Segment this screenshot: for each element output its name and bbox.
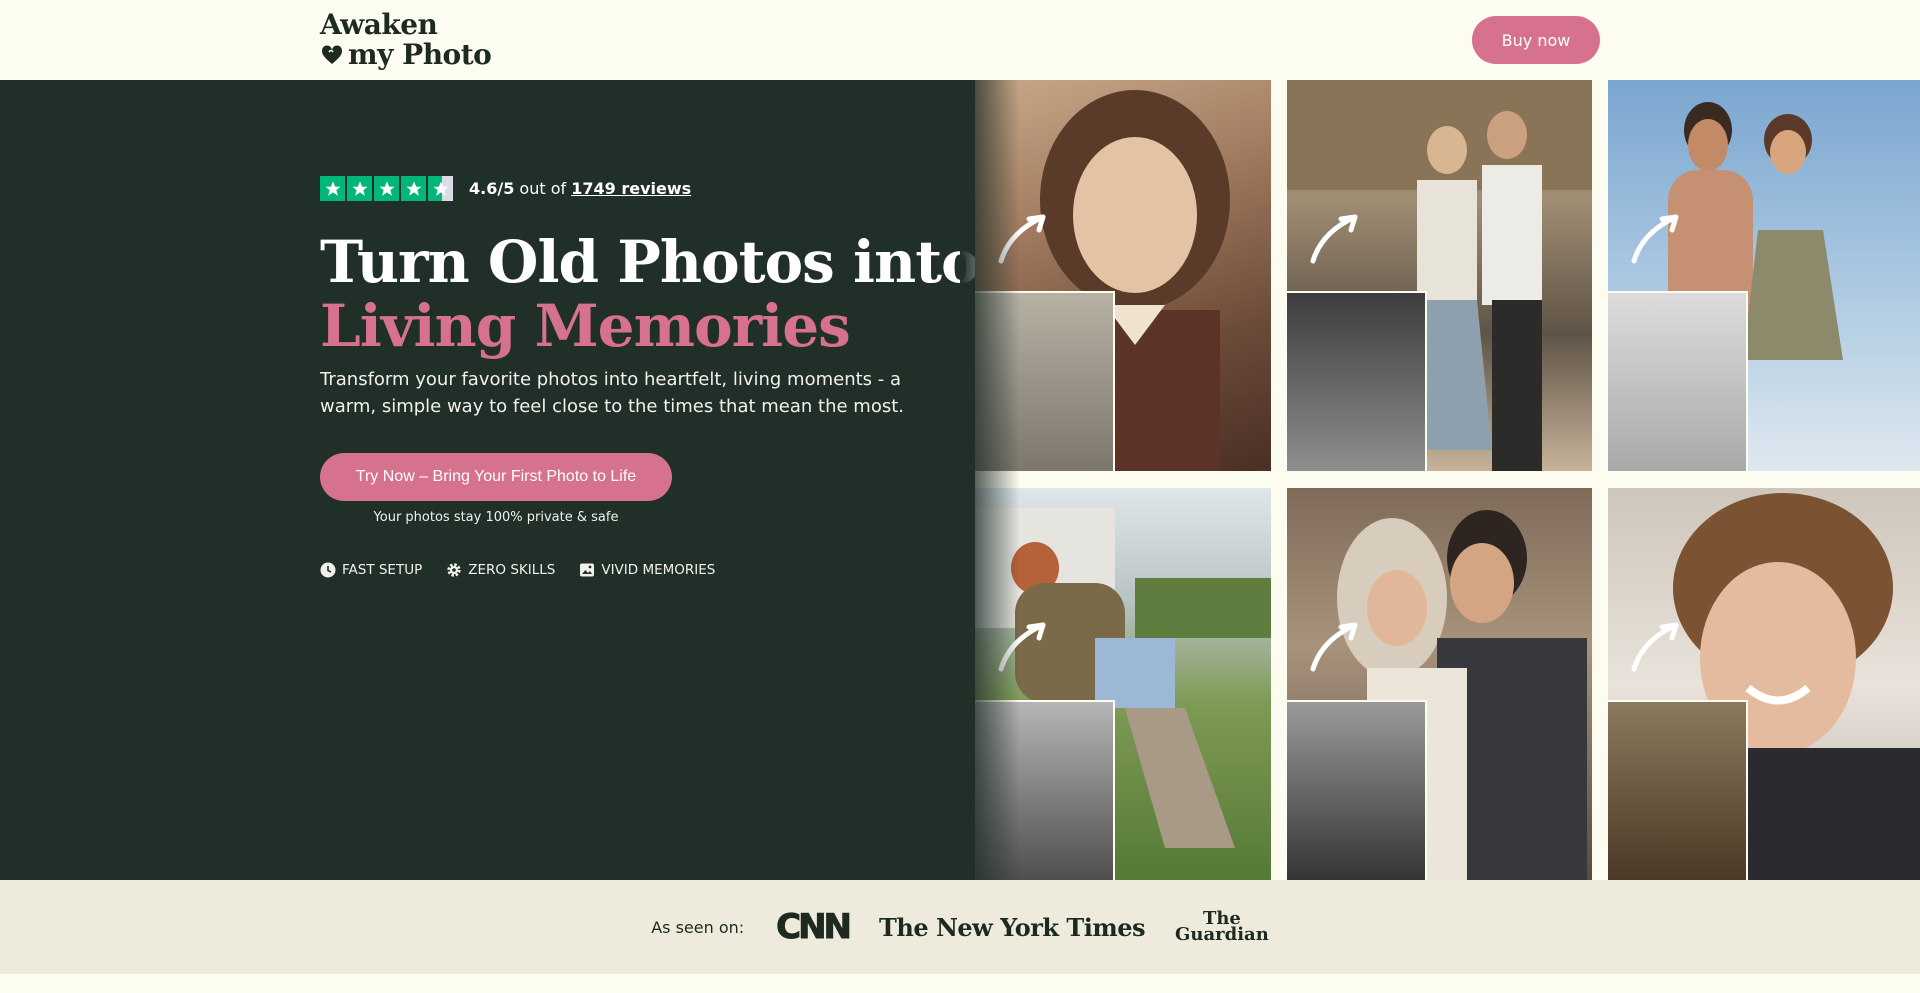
clock-icon [320, 562, 336, 578]
collage-divider [975, 471, 1920, 488]
collage-fade [960, 80, 1020, 880]
arrow-icon [1631, 622, 1679, 672]
heart-icon [321, 45, 343, 64]
photo-tile-beach [1608, 80, 1920, 471]
logo-line2: my Photo [348, 38, 492, 71]
rating-stars [320, 176, 453, 201]
old-photo-inset [1608, 700, 1748, 880]
rating-out-of: out of [519, 179, 567, 198]
arrow-icon [1631, 214, 1679, 264]
image-icon [580, 563, 595, 577]
star-icon [374, 176, 399, 201]
gear-icon [447, 563, 461, 577]
guardian-logo: The Guardian [1175, 910, 1269, 945]
headline-line2: Living Memories [320, 292, 851, 360]
hero-content: 4.6/5 out of 1749 reviews Turn Old Photo… [320, 80, 980, 880]
rating-summary: 4.6/5 out of 1749 reviews [320, 176, 691, 201]
photo-tile-wedding [1287, 488, 1592, 880]
arrow-icon [1310, 214, 1358, 264]
old-photo-inset [1608, 291, 1748, 471]
headline-line1: Turn Old Photos into [320, 228, 980, 296]
guardian-line2: Guardian [1175, 924, 1269, 945]
privacy-note: Your photos stay 100% private & safe [373, 510, 619, 525]
rating-score: 4.6/5 [469, 179, 515, 198]
hero-subtext: Transform your favorite photos into hear… [320, 369, 904, 417]
logo-line1: Awaken [320, 8, 438, 41]
feature-zero-skills: ZERO SKILLS [446, 562, 555, 578]
feature-fast-setup: FAST SETUP [320, 562, 422, 578]
star-icon [401, 176, 426, 201]
logo[interactable]: Awaken my Photo [320, 8, 492, 71]
half-star-icon [428, 176, 453, 201]
rating-text: 4.6/5 out of 1749 reviews [469, 179, 691, 198]
photo-tile-smile [1608, 488, 1920, 880]
star-icon [347, 176, 372, 201]
feature-vivid-memories: VIVID MEMORIES [579, 562, 715, 578]
old-photo-inset [1287, 291, 1427, 471]
reviews-link[interactable]: 1749 reviews [571, 179, 691, 198]
site-header: Awaken my Photo Buy now [0, 0, 1920, 80]
press-bar: As seen on: CNN The New York Times The G… [0, 880, 1920, 974]
nyt-logo: The New York Times [879, 912, 1146, 942]
feature-label: FAST SETUP [342, 562, 423, 578]
try-now-button[interactable]: Try Now – Bring Your First Photo to Life [320, 453, 672, 501]
photo-tile-dance [1287, 80, 1592, 471]
hero-headline: Turn Old Photos into Living Memories [320, 228, 980, 360]
feature-label: VIVID MEMORIES [601, 562, 716, 578]
arrow-icon [1310, 622, 1358, 672]
buy-now-button[interactable]: Buy now [1472, 16, 1600, 64]
old-photo-inset [1287, 700, 1427, 880]
feature-label: ZERO SKILLS [468, 562, 556, 578]
hero-section: 4.6/5 out of 1749 reviews Turn Old Photo… [0, 80, 1920, 880]
press-label: As seen on: [651, 917, 745, 937]
feature-list: FAST SETUP ZERO SKILLS VIVID MEMORIES [320, 562, 715, 578]
star-icon [320, 176, 345, 201]
cnn-logo: CNN [776, 907, 853, 948]
